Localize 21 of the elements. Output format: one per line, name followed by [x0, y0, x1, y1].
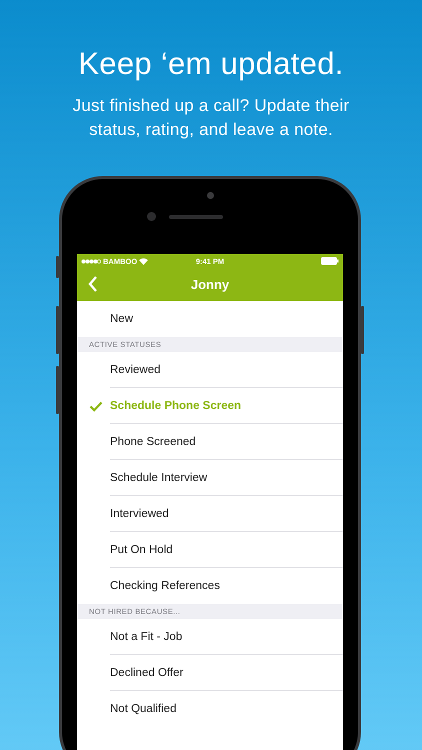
battery-icon [321, 257, 339, 265]
camera-icon [147, 212, 156, 221]
nav-title: Jonny [190, 277, 230, 292]
wifi-icon [139, 258, 148, 264]
status-option[interactable]: Interviewed [77, 496, 343, 532]
status-option[interactable]: Phone Screened [77, 424, 343, 460]
status-option[interactable]: Reviewed [77, 352, 343, 388]
status-option[interactable]: Put On Hold [77, 532, 343, 568]
status-option[interactable]: Checking References [77, 568, 343, 604]
headline: Keep ‘em updated. [78, 45, 344, 83]
back-icon[interactable] [88, 276, 98, 292]
speaker-icon [169, 214, 223, 218]
status-option[interactable]: Declined Offer [77, 655, 343, 691]
subtitle: Just finished up a call? Update their status, rating, and leave a note. [72, 95, 350, 141]
signal-icon [81, 258, 101, 264]
checkmark-icon [89, 401, 103, 412]
sensor-icon [206, 192, 214, 199]
status-option[interactable]: Not Qualified [77, 691, 343, 727]
status-option[interactable]: Schedule Interview [77, 460, 343, 496]
status-option[interactable]: New [77, 301, 343, 337]
status-option[interactable]: Not a Fit - Job [77, 619, 343, 655]
